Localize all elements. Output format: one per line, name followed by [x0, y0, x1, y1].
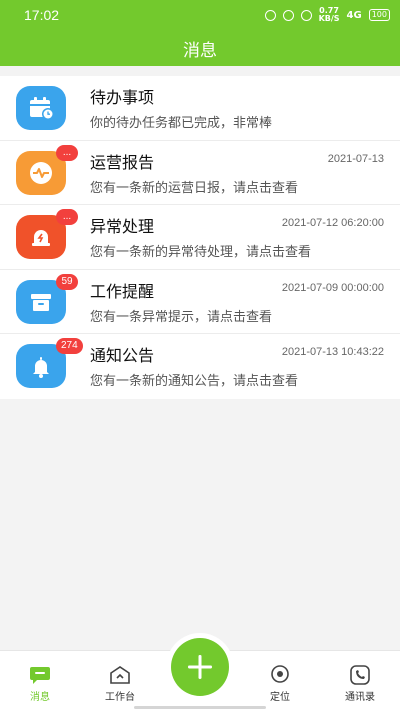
message-item-exception[interactable]: ... 异常处理 2021-07-12 06:20:00 您有一条新的异常待处理… — [0, 205, 400, 270]
tab-label: 定位 — [270, 692, 290, 703]
plus-icon — [188, 655, 212, 679]
unread-badge: 274 — [56, 338, 83, 354]
message-date: 2021-07-13 10:43:22 — [281, 346, 384, 358]
unread-badge: 59 — [56, 273, 78, 290]
unread-badge: ... — [56, 144, 78, 161]
status-time: 17:02 — [24, 7, 60, 23]
message-date: 2021-07-12 06:20:00 — [281, 217, 384, 229]
tab-messages[interactable]: 消息 — [10, 665, 70, 703]
message-item-todo[interactable]: 待办事项 你的待办任务都已完成，非常棒 — [0, 76, 400, 141]
unread-badge: ... — [56, 209, 78, 225]
message-title: 工作提醒 — [90, 281, 155, 301]
message-list: 待办事项 你的待办任务都已完成，非常棒 ... 运营报告 2021-07-13 … — [0, 76, 400, 399]
status-icons: 0.77 KB/S 4G 100 — [264, 6, 390, 23]
tab-label: 消息 — [30, 692, 50, 703]
signal-icon: 4G — [346, 9, 362, 21]
chat-bubble-icon — [30, 667, 50, 684]
location-pin-icon — [300, 9, 312, 21]
message-title: 待办事项 — [90, 88, 155, 107]
message-desc: 您有一条新的运营日报，请点击查看 — [90, 180, 299, 196]
message-title: 运营报告 — [90, 152, 155, 172]
app-header: 消息 — [0, 30, 400, 66]
message-title: 通知公告 — [90, 346, 155, 365]
message-desc: 您有一条新的异常待处理，请点击查看 — [90, 245, 312, 260]
tab-label: 工作台 — [105, 692, 135, 703]
message-date: 2021-07-09 00:00:00 — [281, 281, 384, 294]
battery-icon: 100 — [368, 9, 390, 21]
message-title: 异常处理 — [90, 217, 155, 236]
message-desc: 你的待办任务都已完成，非常棒 — [90, 116, 273, 131]
phone-icon — [350, 665, 370, 685]
calendar-icon — [16, 86, 66, 130]
message-item-report[interactable]: ... 运营报告 2021-07-13 您有一条新的运营日报，请点击查看 — [0, 141, 400, 205]
tab-contacts[interactable]: 通讯录 — [330, 665, 390, 703]
tab-workbench[interactable]: 工作台 — [90, 665, 150, 703]
status-bar: 17:02 0.77 KB/S 4G 100 — [0, 0, 400, 30]
tab-label: 通讯录 — [345, 692, 375, 703]
message-desc: 您有一条新的通知公告，请点击查看 — [90, 374, 299, 389]
home-indicator — [134, 706, 266, 709]
workbench-icon — [110, 666, 130, 684]
message-item-notice[interactable]: 274 通知公告 2021-07-13 10:43:22 您有一条新的通知公告，… — [0, 334, 400, 399]
vibrate-icon — [282, 9, 294, 21]
location-icon — [271, 665, 289, 683]
alarm-clock-icon — [264, 9, 276, 21]
tab-location[interactable]: 定位 — [250, 665, 310, 703]
page-title: 消息 — [183, 40, 217, 61]
message-desc: 您有一条异常提示，请点击查看 — [90, 309, 273, 325]
message-date: 2021-07-13 — [327, 152, 384, 165]
add-button[interactable] — [171, 638, 229, 696]
network-speed: 0.77 KB/S — [318, 6, 340, 23]
message-item-reminder[interactable]: 59 工作提醒 2021-07-09 00:00:00 您有一条异常提示，请点击… — [0, 270, 400, 334]
